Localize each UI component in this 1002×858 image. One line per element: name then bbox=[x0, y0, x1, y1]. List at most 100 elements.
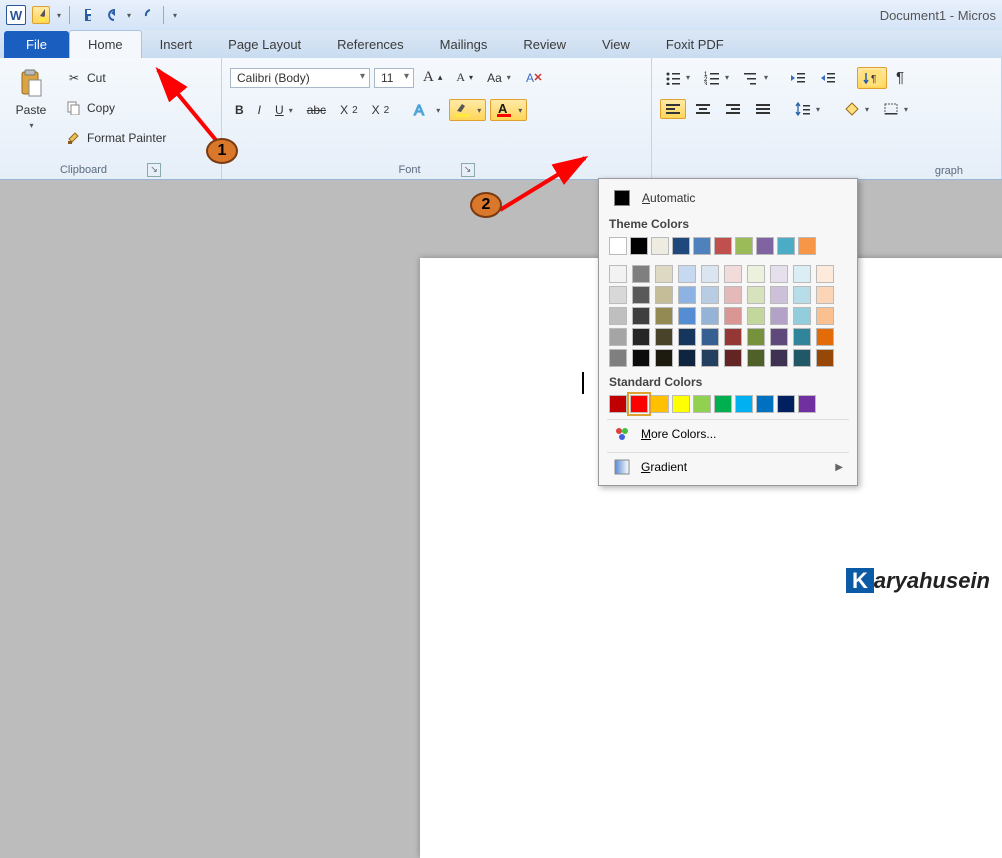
undo-dropdown-icon[interactable]: ▾ bbox=[127, 11, 131, 20]
font-dialog-launcher[interactable]: ↘ bbox=[461, 163, 475, 177]
color-swatch[interactable] bbox=[770, 265, 788, 283]
align-right-button[interactable] bbox=[720, 99, 746, 119]
color-swatch[interactable] bbox=[724, 328, 742, 346]
show-hide-button[interactable]: ¶ bbox=[891, 66, 909, 89]
color-swatch[interactable] bbox=[632, 286, 650, 304]
shading-button[interactable]: ▾ bbox=[839, 99, 874, 119]
tab-insert[interactable]: Insert bbox=[142, 31, 211, 58]
change-case-button[interactable]: Aa▾ bbox=[482, 68, 516, 88]
gradient-item[interactable]: Gradient ▶ bbox=[607, 452, 849, 481]
color-swatch[interactable] bbox=[816, 307, 834, 325]
color-swatch[interactable] bbox=[816, 349, 834, 367]
clear-formatting-button[interactable]: A bbox=[520, 67, 548, 89]
paste-button[interactable]: Paste ▾ bbox=[8, 62, 54, 150]
color-swatch[interactable] bbox=[714, 395, 732, 413]
color-swatch[interactable] bbox=[632, 328, 650, 346]
undo-icon[interactable] bbox=[102, 6, 120, 24]
color-swatch[interactable] bbox=[724, 286, 742, 304]
color-swatch[interactable] bbox=[798, 395, 816, 413]
color-swatch[interactable] bbox=[798, 237, 816, 255]
underline-button[interactable]: U▾ bbox=[270, 100, 298, 120]
subscript-button[interactable]: X2 bbox=[335, 100, 363, 120]
color-swatch[interactable] bbox=[678, 307, 696, 325]
highlight-color-button[interactable]: ▾ bbox=[449, 99, 486, 121]
color-swatch[interactable] bbox=[756, 237, 774, 255]
color-swatch[interactable] bbox=[816, 328, 834, 346]
color-swatch[interactable] bbox=[724, 349, 742, 367]
paste-dropdown-icon[interactable]: ▾ bbox=[29, 121, 33, 130]
tab-references[interactable]: References bbox=[319, 31, 421, 58]
superscript-button[interactable]: X2 bbox=[367, 100, 395, 120]
color-swatch[interactable] bbox=[672, 237, 690, 255]
color-swatch[interactable] bbox=[724, 307, 742, 325]
clipboard-dialog-launcher[interactable]: ↘ bbox=[147, 163, 161, 177]
tab-mailings[interactable]: Mailings bbox=[422, 31, 506, 58]
align-left-button[interactable] bbox=[660, 99, 686, 119]
color-swatch[interactable] bbox=[770, 286, 788, 304]
line-spacing-button[interactable]: ▾ bbox=[790, 99, 825, 119]
redo-icon[interactable] bbox=[137, 6, 155, 24]
color-swatch[interactable] bbox=[609, 237, 627, 255]
color-swatch[interactable] bbox=[770, 349, 788, 367]
color-swatch[interactable] bbox=[632, 307, 650, 325]
shrink-font-button[interactable]: A▾ bbox=[451, 67, 478, 88]
color-swatch[interactable] bbox=[609, 328, 627, 346]
color-swatch[interactable] bbox=[651, 237, 669, 255]
decrease-indent-button[interactable] bbox=[785, 68, 811, 88]
color-swatch[interactable] bbox=[701, 328, 719, 346]
text-effects-button[interactable]: A▾ bbox=[408, 99, 445, 121]
tab-home[interactable]: Home bbox=[69, 30, 142, 58]
tab-page-layout[interactable]: Page Layout bbox=[210, 31, 319, 58]
color-swatch[interactable] bbox=[756, 395, 774, 413]
color-swatch[interactable] bbox=[701, 349, 719, 367]
color-swatch[interactable] bbox=[655, 328, 673, 346]
color-swatch[interactable] bbox=[701, 265, 719, 283]
font-size-combo[interactable]: 11 bbox=[374, 68, 414, 88]
color-swatch[interactable] bbox=[655, 307, 673, 325]
color-swatch[interactable] bbox=[693, 395, 711, 413]
color-swatch[interactable] bbox=[655, 349, 673, 367]
strikethrough-button[interactable]: abc bbox=[302, 100, 331, 120]
color-swatch[interactable] bbox=[747, 349, 765, 367]
tab-file[interactable]: File bbox=[4, 31, 69, 58]
color-swatch[interactable] bbox=[735, 237, 753, 255]
color-swatch[interactable] bbox=[630, 395, 648, 413]
color-swatch[interactable] bbox=[770, 328, 788, 346]
color-swatch[interactable] bbox=[609, 307, 627, 325]
color-swatch[interactable] bbox=[655, 286, 673, 304]
increase-indent-button[interactable] bbox=[815, 68, 841, 88]
qat-customize-icon[interactable]: ▾ bbox=[173, 11, 177, 20]
color-swatch[interactable] bbox=[793, 286, 811, 304]
color-swatch[interactable] bbox=[655, 265, 673, 283]
color-swatch[interactable] bbox=[793, 265, 811, 283]
color-swatch[interactable] bbox=[735, 395, 753, 413]
font-color-button[interactable]: A▾ bbox=[490, 99, 527, 121]
color-swatch[interactable] bbox=[609, 349, 627, 367]
color-swatch[interactable] bbox=[651, 395, 669, 413]
justify-button[interactable] bbox=[750, 99, 776, 119]
color-swatch[interactable] bbox=[816, 265, 834, 283]
color-swatch[interactable] bbox=[672, 395, 690, 413]
tab-review[interactable]: Review bbox=[505, 31, 584, 58]
color-swatch[interactable] bbox=[747, 265, 765, 283]
color-swatch[interactable] bbox=[747, 307, 765, 325]
color-swatch[interactable] bbox=[701, 286, 719, 304]
numbering-button[interactable]: 123▾ bbox=[699, 68, 734, 88]
bullets-button[interactable]: ▾ bbox=[660, 68, 695, 88]
color-swatch[interactable] bbox=[770, 307, 788, 325]
color-swatch[interactable] bbox=[701, 307, 719, 325]
color-swatch[interactable] bbox=[747, 286, 765, 304]
color-swatch[interactable] bbox=[632, 349, 650, 367]
color-swatch[interactable] bbox=[609, 395, 627, 413]
color-swatch[interactable] bbox=[777, 395, 795, 413]
color-swatch[interactable] bbox=[609, 265, 627, 283]
color-swatch[interactable] bbox=[816, 286, 834, 304]
automatic-color-item[interactable]: Automatic bbox=[607, 185, 849, 211]
grow-font-button[interactable]: A▴ bbox=[418, 66, 447, 89]
tab-view[interactable]: View bbox=[584, 31, 648, 58]
highlight-qat-icon[interactable] bbox=[32, 6, 50, 24]
color-swatch[interactable] bbox=[678, 286, 696, 304]
save-icon[interactable] bbox=[78, 6, 96, 24]
color-swatch[interactable] bbox=[678, 265, 696, 283]
sort-button[interactable]: ¶ bbox=[857, 67, 887, 89]
